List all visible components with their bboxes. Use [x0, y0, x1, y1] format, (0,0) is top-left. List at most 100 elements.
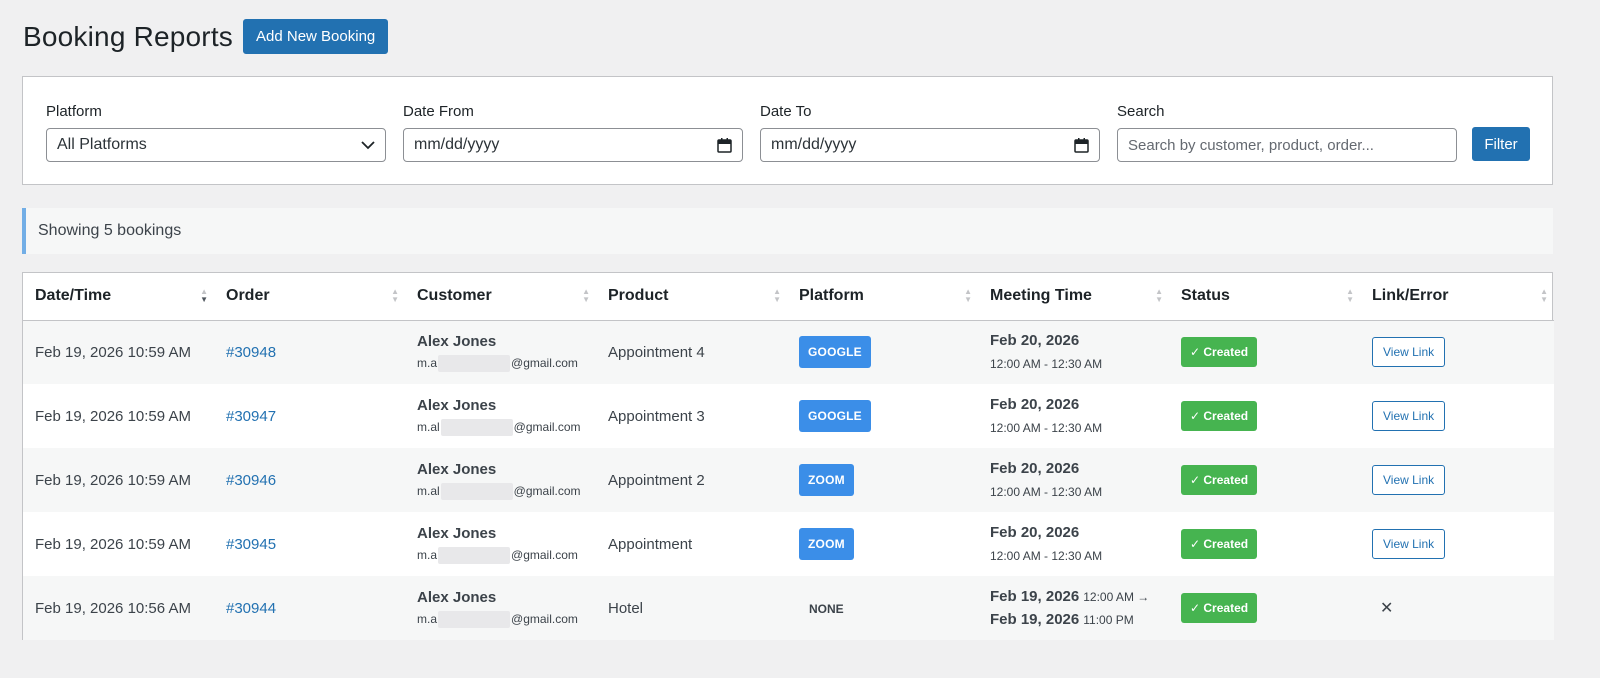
redacted-block [438, 546, 511, 564]
cell-meeting-time: Feb 20, 2026 12:00 AM - 12:30 AM [978, 384, 1169, 448]
column-header-status[interactable]: Status ▲ ▼ [1169, 273, 1360, 320]
platform-badge: GOOGLE [799, 336, 871, 369]
cell-product: Appointment [608, 535, 693, 553]
view-link-button[interactable]: View Link [1372, 465, 1446, 495]
date-to-label: Date To [760, 103, 812, 120]
meeting-date: Feb 20, 2026 [990, 396, 1080, 413]
status-badge: ✓ Created [1181, 465, 1258, 495]
cell-product: Hotel [608, 599, 644, 617]
table-row: Feb 19, 2026 10:56 AM #30944 Alex Jones … [23, 576, 1554, 640]
customer-name: Alex Jones [417, 460, 497, 478]
customer-email: m.a @gmail.com [417, 354, 578, 372]
search-label: Search [1117, 103, 1165, 120]
table-row: Feb 19, 2026 10:59 AM #30945 Alex Jones … [23, 512, 1554, 576]
add-new-booking-button[interactable]: Add New Booking [243, 19, 389, 54]
meeting-time-range: 12:00 AM - 12:30 AM [990, 357, 1103, 372]
table-header-row: Date/Time ▲ ▼ Order ▲ ▼ Customer ▲ ▼ Product ▲ ▼… [23, 273, 1554, 320]
column-header-datetime[interactable]: Date/Time ▲ ▼ [23, 273, 214, 320]
cell-customer: Alex Jones m.a @gmail.com [405, 512, 596, 576]
customer-name: Alex Jones [417, 332, 497, 350]
order-link[interactable]: #30944 [226, 600, 276, 617]
view-link-button[interactable]: View Link [1372, 401, 1446, 431]
sort-icon[interactable]: ▲ ▼ [391, 288, 399, 304]
column-header-product[interactable]: Product ▲ ▼ [596, 273, 787, 320]
customer-email: m.al @gmail.com [417, 482, 581, 500]
filter-button[interactable]: Filter [1472, 127, 1530, 161]
cell-meeting-time: Feb 20, 2026 12:00 AM - 12:30 AM [978, 448, 1169, 512]
date-to-input[interactable]: mm/dd/yyyy [760, 128, 1100, 162]
view-link-button[interactable]: View Link [1372, 337, 1446, 368]
meeting-time-range: 12:00 AM - 12:30 AM [990, 549, 1103, 563]
status-badge: ✓ Created [1181, 401, 1258, 431]
redacted-block [440, 418, 513, 436]
meeting-date: Feb 20, 2026 [990, 524, 1080, 541]
customer-name: Alex Jones [417, 588, 497, 606]
cell-customer: Alex Jones m.al @gmail.com [405, 384, 596, 448]
order-link[interactable]: #30948 [226, 344, 276, 361]
meeting-time-range: 12:00 AM - 12:30 AM [990, 485, 1103, 499]
platform-label: Platform [46, 103, 102, 120]
meeting-end: Feb 19, 2026 11:00 PM [990, 611, 1134, 628]
calendar-icon[interactable] [717, 137, 732, 153]
sort-icon[interactable]: ▲ ▼ [1540, 288, 1548, 304]
table-row: Feb 19, 2026 10:59 AM #30948 Alex Jones … [23, 320, 1554, 384]
page-title: Booking Reports [23, 20, 234, 52]
bookings-table: Date/Time ▲ ▼ Order ▲ ▼ Customer ▲ ▼ Product ▲ ▼… [22, 272, 1554, 640]
redacted-block [438, 354, 511, 372]
search-filter: Search [1117, 103, 1457, 162]
platform-badge: GOOGLE [799, 400, 871, 432]
order-link[interactable]: #30945 [226, 536, 276, 553]
column-header-platform[interactable]: Platform ▲ ▼ [787, 273, 978, 320]
meeting-date: Feb 20, 2026 [990, 332, 1080, 350]
cell-datetime: Feb 19, 2026 10:59 AM [35, 535, 191, 553]
platform-none-label: NONE [809, 601, 844, 616]
column-header-order[interactable]: Order ▲ ▼ [214, 273, 405, 320]
sort-desc-icon[interactable]: ▲ ▼ [200, 288, 208, 304]
cell-customer: Alex Jones m.a @gmail.com [405, 320, 596, 384]
platform-select-value: All Platforms [57, 136, 147, 153]
cell-customer: Alex Jones m.a @gmail.com [405, 576, 596, 640]
status-badge: ✓ Created [1181, 593, 1258, 623]
order-link[interactable]: #30947 [226, 408, 276, 425]
platform-select[interactable]: All Platforms [46, 128, 386, 162]
filter-panel: Platform All Platforms Date From mm/dd/y… [22, 76, 1553, 185]
cell-datetime: Feb 19, 2026 10:59 AM [35, 471, 191, 489]
customer-name: Alex Jones [417, 396, 497, 414]
chevron-down-icon [361, 140, 375, 149]
sort-icon[interactable]: ▲ ▼ [1346, 288, 1354, 304]
platform-filter: Platform All Platforms [46, 103, 386, 162]
sort-icon[interactable]: ▲ ▼ [582, 288, 590, 304]
table-row: Feb 19, 2026 10:59 AM #30946 Alex Jones … [23, 448, 1554, 512]
redacted-block [440, 482, 513, 500]
column-header-customer[interactable]: Customer ▲ ▼ [405, 273, 596, 320]
column-header-link-error[interactable]: Link/Error ▲ ▼ [1360, 273, 1554, 320]
platform-badge: ZOOM [799, 528, 854, 560]
cell-customer: Alex Jones m.al @gmail.com [405, 448, 596, 512]
cell-datetime: Feb 19, 2026 10:59 AM [35, 407, 191, 425]
meeting-date: Feb 20, 2026 [990, 460, 1080, 477]
cell-datetime: Feb 19, 2026 10:56 AM [35, 599, 191, 617]
order-link[interactable]: #30946 [226, 472, 276, 489]
view-link-button[interactable]: View Link [1372, 529, 1446, 559]
redacted-block [438, 610, 511, 628]
calendar-icon[interactable] [1074, 137, 1089, 153]
search-input[interactable] [1117, 128, 1457, 162]
date-from-input[interactable]: mm/dd/yyyy [403, 128, 743, 162]
sort-icon[interactable]: ▲ ▼ [964, 288, 972, 304]
sort-icon[interactable]: ▲ ▼ [1155, 288, 1163, 304]
column-header-meeting-time[interactable]: Meeting Time ▲ ▼ [978, 273, 1169, 320]
sort-icon[interactable]: ▲ ▼ [773, 288, 781, 304]
table-row: Feb 19, 2026 10:59 AM #30947 Alex Jones … [23, 384, 1554, 448]
customer-email: m.a @gmail.com [417, 546, 578, 564]
cell-product: Appointment 4 [608, 343, 705, 361]
cell-meeting-time: Feb 19, 2026 12:00 AM → Feb 19, 2026 11:00… [978, 576, 1169, 640]
cell-meeting-time: Feb 20, 2026 12:00 AM - 12:30 AM [978, 320, 1169, 384]
status-badge: ✓ Created [1181, 529, 1258, 559]
date-from-filter: Date From mm/dd/yyyy [403, 103, 743, 162]
customer-name: Alex Jones [417, 524, 497, 542]
meeting-time-range: 12:00 AM - 12:30 AM [990, 421, 1103, 435]
cell-meeting-time: Feb 20, 2026 12:00 AM - 12:30 AM [978, 512, 1169, 576]
platform-badge: ZOOM [799, 464, 854, 496]
date-to-placeholder: mm/dd/yyyy [771, 136, 857, 153]
cell-product: Appointment 3 [608, 407, 705, 425]
